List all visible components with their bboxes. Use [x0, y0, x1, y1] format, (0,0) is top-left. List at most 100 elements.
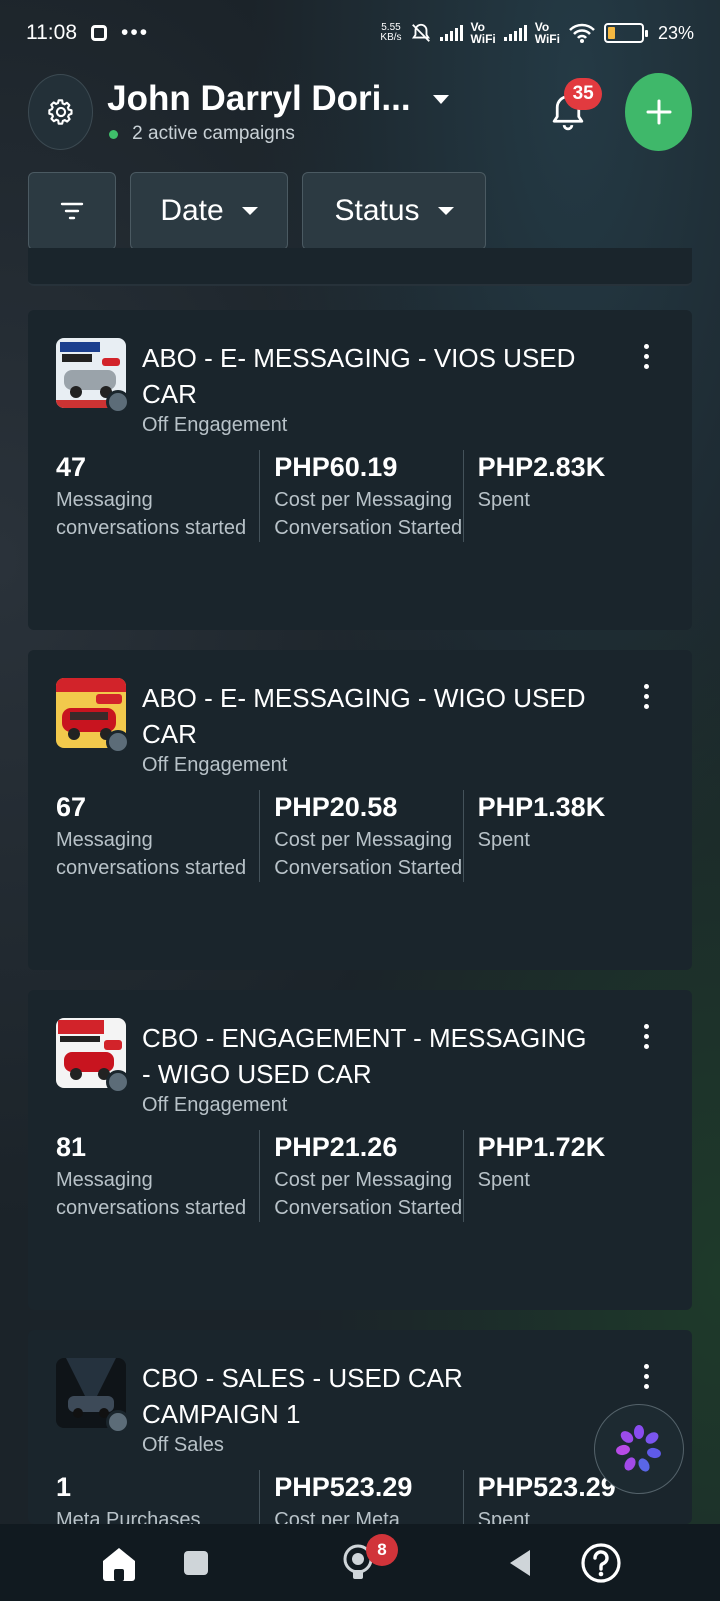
campaign-card-partial[interactable] — [28, 248, 692, 286]
settings-button[interactable] — [28, 74, 94, 150]
campaign-card[interactable]: ABO - E- MESSAGING - VIOS USED CAR Off E… — [28, 310, 692, 630]
campaign-status: Off — [142, 1434, 169, 1456]
metric-value: PHP21.26 — [274, 1132, 398, 1162]
help-button[interactable] — [578, 1524, 624, 1601]
metric-value: PHP1.72K — [477, 1132, 606, 1162]
account-switcher[interactable]: John Darryl Dori... 2 active campaigns — [107, 79, 492, 145]
bell-off-icon — [411, 23, 430, 42]
campaign-title: ABO - E- MESSAGING - VIOS USED CAR — [142, 343, 576, 409]
metric-label: Cost per Meta — [274, 1509, 400, 1524]
help-icon — [581, 1542, 621, 1583]
status-filter[interactable]: Status — [302, 172, 486, 250]
campaign-title: CBO - ENGAGEMENT - MESSAGING - WIGO USED… — [142, 1023, 601, 1089]
metric-value: PHP523.29 — [274, 1472, 413, 1502]
campaign-subtitle: Off Sales — [142, 1432, 602, 1458]
metrics-row: 47 Messaging conversations started PHP60.… — [56, 450, 666, 542]
date-filter[interactable]: Date — [130, 172, 288, 250]
date-filter-label: Date — [160, 194, 224, 227]
metric-spent: PHP1.72K Spent — [462, 1130, 666, 1222]
status-dot — [106, 390, 130, 414]
metric-value: 67 — [56, 792, 87, 822]
metric-label: Cost per Messaging Conversation Started — [274, 829, 463, 879]
metric-results: 47 Messaging conversations started — [56, 450, 259, 542]
metric-label: Messaging conversations started — [56, 1169, 247, 1219]
status-dot — [106, 1070, 130, 1094]
metric-cost: PHP523.29 Cost per Meta — [259, 1470, 462, 1524]
metric-label: Messaging conversations started — [56, 829, 247, 879]
bottom-navigation: 8 — [0, 1524, 720, 1601]
campaign-title: CBO - SALES - USED CAR CAMPAIGN 1 — [142, 1363, 463, 1429]
home-button[interactable] — [94, 1524, 144, 1601]
meta-ai-button[interactable] — [594, 1404, 684, 1494]
metric-cost: PHP20.58 Cost per Messaging Conversation … — [259, 790, 462, 882]
metric-label: Spent — [477, 489, 530, 511]
metric-value: 81 — [56, 1132, 87, 1162]
signal-icon-2 — [503, 25, 527, 41]
create-campaign-button[interactable] — [625, 73, 692, 151]
metric-value: PHP2.83K — [477, 452, 606, 482]
back-button[interactable] — [500, 1524, 540, 1601]
metric-value: 47 — [56, 452, 87, 482]
recents-button[interactable] — [176, 1524, 216, 1601]
campaign-header: ABO - E- MESSAGING - VIOS USED CAR Off E… — [142, 340, 602, 438]
lightbulb-button[interactable]: 8 — [336, 1524, 398, 1601]
campaign-header: CBO - SALES - USED CAR CAMPAIGN 1 Off Sa… — [142, 1360, 602, 1458]
status-bar: 11:08 ••• 5.55 KB/s Vo WiFi Vo WiFi 23% — [0, 0, 720, 66]
filter-icon — [60, 202, 84, 220]
metric-spent: PHP1.38K Spent — [462, 790, 666, 882]
campaign-header: CBO - ENGAGEMENT - MESSAGING - WIGO USED… — [142, 1020, 602, 1118]
chevron-down-icon — [432, 94, 449, 104]
more-options-button[interactable] — [636, 684, 656, 714]
chevron-down-icon — [437, 207, 454, 215]
kebab-icon — [643, 1364, 649, 1389]
net-speed-unit: KB/s — [380, 32, 402, 43]
campaign-status: Off — [142, 754, 169, 776]
campaign-objective: Engagement — [173, 754, 288, 776]
kebab-icon — [643, 1024, 649, 1049]
home-icon — [103, 1547, 135, 1581]
more-options-button[interactable] — [636, 1364, 656, 1394]
settings-icon — [47, 99, 73, 125]
metric-label: Cost per Messaging Conversation Started — [274, 1169, 463, 1219]
campaign-subtitle: Off Engagement — [142, 412, 602, 438]
campaign-card[interactable]: ABO - E- MESSAGING - WIGO USED CAR Off E… — [28, 650, 692, 970]
campaign-card[interactable]: CBO - ENGAGEMENT - MESSAGING - WIGO USED… — [28, 990, 692, 1310]
metrics-row: 67 Messaging conversations started PHP20.… — [56, 790, 666, 882]
campaign-title: ABO - E- MESSAGING - WIGO USED CAR — [142, 683, 586, 749]
meta-ai-icon — [616, 1425, 661, 1472]
signal-icon — [439, 25, 463, 41]
recents-icon — [184, 1550, 208, 1575]
notifications-button[interactable]: 35 — [542, 78, 603, 142]
active-status-dot — [109, 129, 119, 139]
metric-label: Messaging conversations started — [56, 489, 247, 539]
filter-button[interactable] — [28, 172, 116, 250]
notification-badge: 35 — [564, 78, 603, 110]
campaign-status: Off — [142, 1094, 169, 1116]
battery-level — [607, 27, 616, 39]
campaign-card[interactable]: CBO - SALES - USED CAR CAMPAIGN 1 Off Sa… — [28, 1330, 692, 1524]
volte-label-2: Vo WiFi — [534, 20, 560, 46]
campaign-objective: Engagement — [173, 1094, 288, 1116]
volte-label-1: Vo WiFi — [470, 20, 496, 46]
metric-label: Cost per Messaging Conversation Started — [274, 489, 463, 539]
more-options-button[interactable] — [636, 344, 656, 374]
metric-label: Spent — [477, 1509, 530, 1524]
metric-spent: PHP2.83K Spent — [462, 450, 666, 542]
filter-bar: Date Status — [28, 172, 486, 250]
campaign-subtitle: Off Engagement — [142, 752, 602, 778]
metrics-row: 81 Messaging conversations started PHP21.… — [56, 1130, 666, 1222]
battery-percent: 23% — [657, 22, 694, 43]
metric-results: 81 Messaging conversations started — [56, 1130, 259, 1222]
metric-results: 1 Meta Purchases — [56, 1470, 259, 1524]
metric-value: PHP20.58 — [274, 792, 398, 822]
more-options-button[interactable] — [636, 1024, 656, 1054]
metric-cost: PHP60.19 Cost per Messaging Conversation … — [259, 450, 462, 542]
metric-label: Spent — [477, 829, 530, 851]
campaign-header: ABO - E- MESSAGING - WIGO USED CAR Off E… — [142, 680, 602, 778]
status-filter-label: Status — [334, 194, 420, 227]
status-dot — [106, 1410, 130, 1434]
metric-results: 67 Messaging conversations started — [56, 790, 259, 882]
back-icon — [510, 1549, 530, 1576]
metric-value: PHP1.38K — [477, 792, 606, 822]
header: John Darryl Dori... 2 active campaigns 3… — [28, 72, 692, 152]
